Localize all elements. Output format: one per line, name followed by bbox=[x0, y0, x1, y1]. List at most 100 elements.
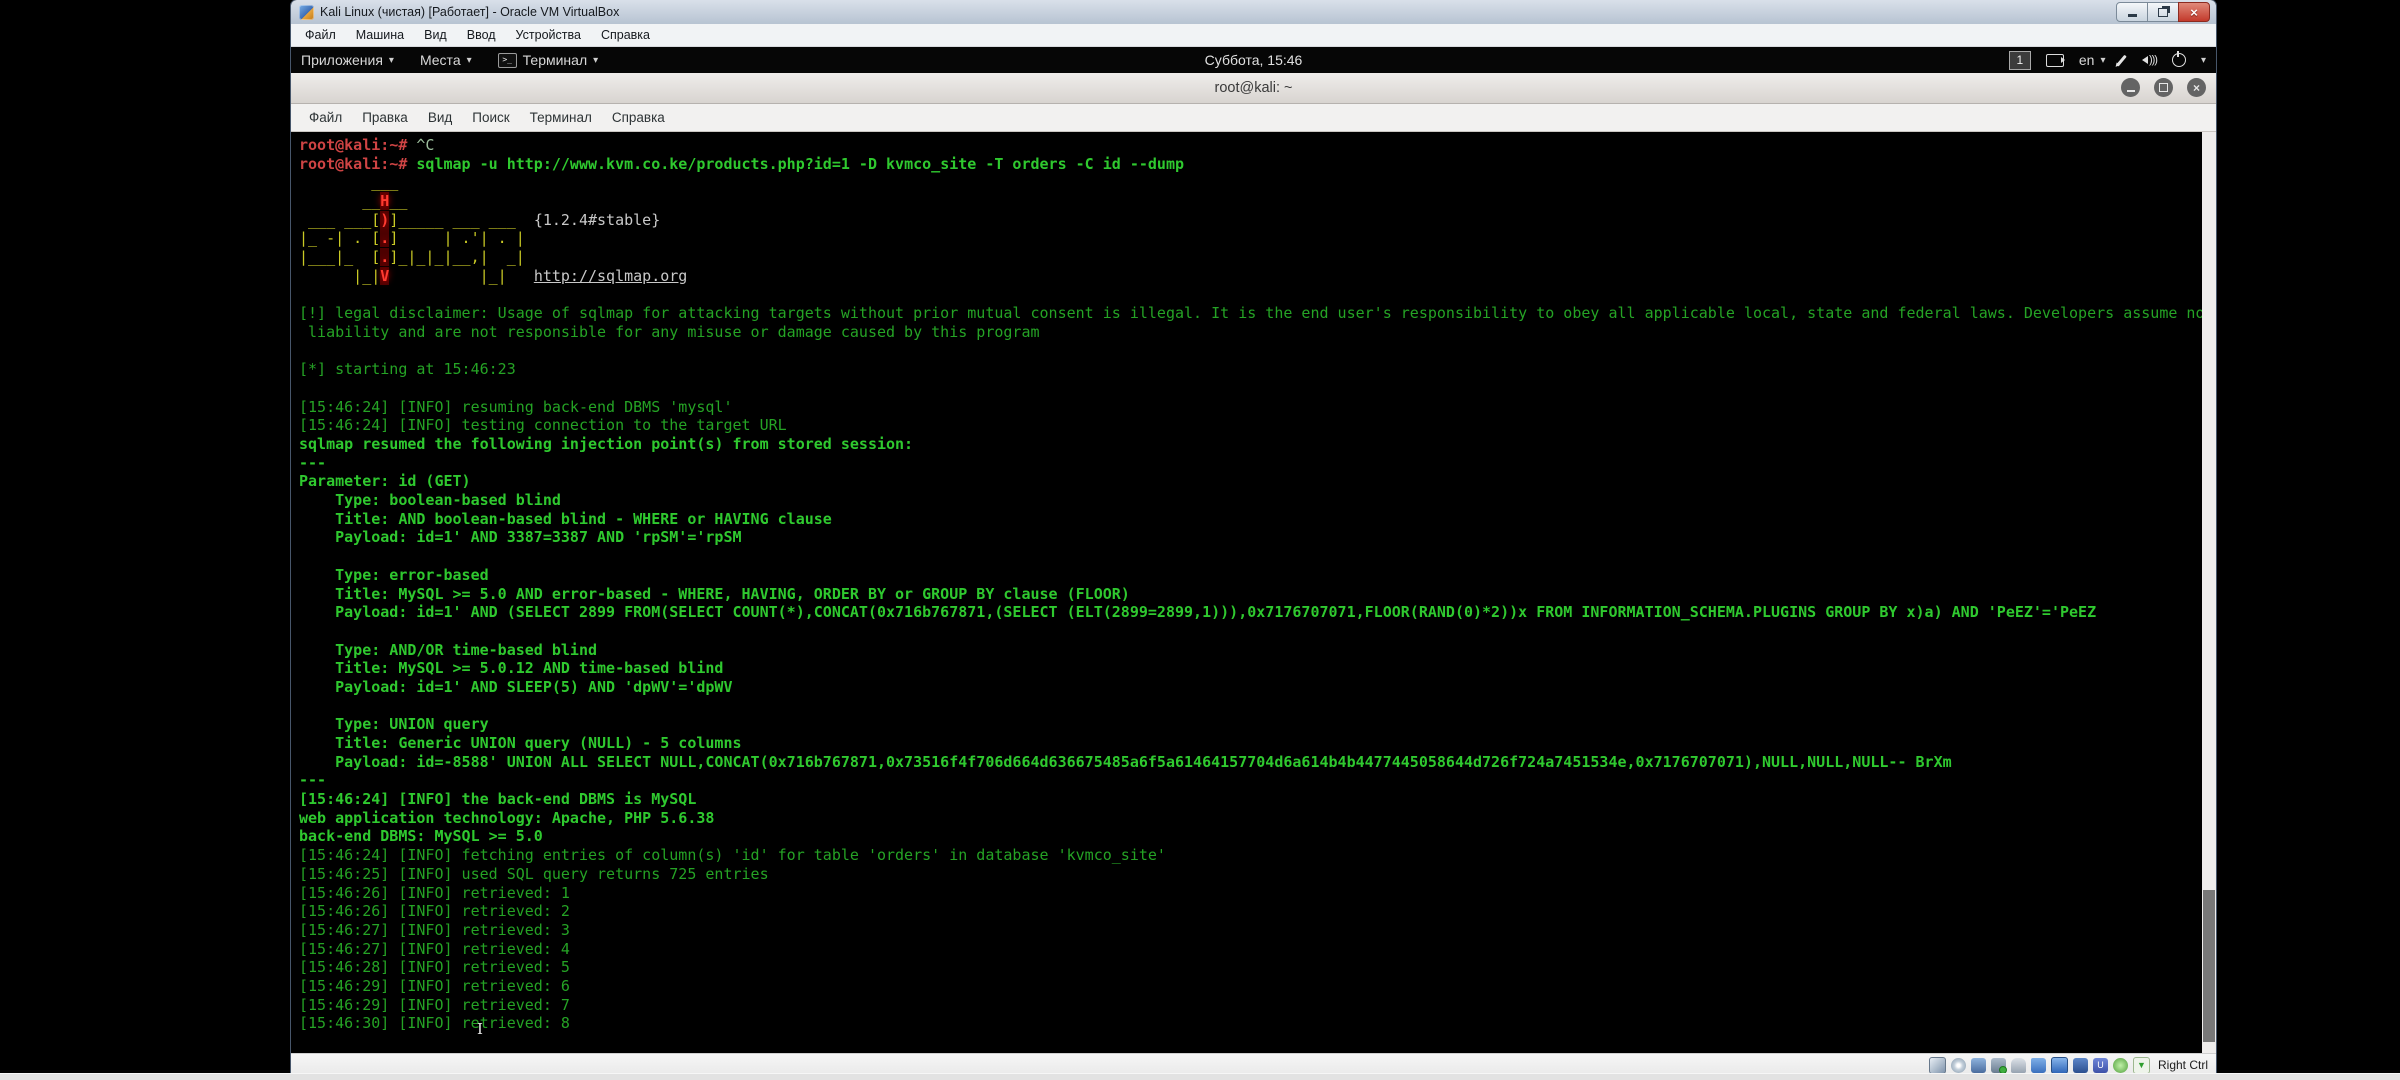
network-icon[interactable] bbox=[1991, 1058, 2006, 1073]
terminal-line: root@kali:~# sqlmap -u http://www.kvm.co… bbox=[299, 155, 2200, 174]
terminal-line: Type: AND/OR time-based blind bbox=[299, 641, 2200, 660]
minimize-icon bbox=[2128, 14, 2137, 17]
features-icon[interactable] bbox=[2093, 1058, 2108, 1073]
menu-help[interactable]: Справка bbox=[591, 24, 660, 46]
terminal-line bbox=[299, 697, 2200, 716]
keyboard-layout-switcher[interactable]: en ▾ bbox=[2079, 52, 2106, 68]
terminal-menu-file[interactable]: Файл bbox=[299, 110, 352, 125]
virtualbox-menubar: Файл Машина Вид Ввод Устройства Справка bbox=[291, 24, 2216, 47]
terminal-line: [15:46:29] [INFO] retrieved: 6 bbox=[299, 977, 2200, 996]
close-button[interactable]: × bbox=[2178, 2, 2210, 22]
terminal-scrollbar[interactable] bbox=[2202, 132, 2216, 1053]
menu-input[interactable]: Ввод bbox=[457, 24, 506, 46]
terminal-title: root@kali: ~ bbox=[1215, 80, 1293, 96]
optical-drives-icon[interactable] bbox=[1951, 1058, 1966, 1073]
terminal-icon: >_ bbox=[498, 53, 517, 68]
terminal-line: Payload: id=1' AND (SELECT 2899 FROM(SEL… bbox=[299, 603, 2200, 622]
terminal-minimize-button[interactable] bbox=[2121, 78, 2140, 97]
menu-file[interactable]: Файл bbox=[295, 24, 346, 46]
usb-icon[interactable] bbox=[2011, 1058, 2026, 1073]
terminal-maximize-button[interactable] bbox=[2154, 78, 2173, 97]
keyboard-icon[interactable] bbox=[2133, 1057, 2150, 1074]
menu-machine[interactable]: Машина bbox=[346, 24, 414, 46]
menu-view[interactable]: Вид bbox=[414, 24, 457, 46]
terminal-line: [15:46:24] [INFO] fetching entries of co… bbox=[299, 846, 2200, 865]
minimize-button[interactable] bbox=[2116, 2, 2148, 22]
terminal-menubar: Файл Правка Вид Поиск Терминал Справка bbox=[291, 104, 2216, 132]
panel-tray: 1 en ▾ ))) ▾ bbox=[2009, 51, 2206, 70]
terminal-line: Title: Generic UNION query (NULL) - 5 co… bbox=[299, 734, 2200, 753]
terminal-line: --- bbox=[299, 771, 2200, 790]
kali-top-panel: Приложения ▾ Места ▾ >_ Терминал ▾ Суббо… bbox=[291, 47, 2216, 74]
terminal-menu-edit[interactable]: Правка bbox=[352, 110, 418, 125]
terminal-line bbox=[299, 342, 2200, 361]
power-icon[interactable] bbox=[2172, 53, 2186, 67]
menu-devices[interactable]: Устройства bbox=[506, 24, 591, 46]
terminal-line: [15:46:27] [INFO] retrieved: 3 bbox=[299, 921, 2200, 940]
clock[interactable]: Суббота, 15:46 bbox=[1205, 52, 1303, 68]
terminal-line: [15:46:29] [INFO] retrieved: 7 bbox=[299, 996, 2200, 1015]
restore-icon bbox=[2158, 8, 2168, 17]
terminal-line bbox=[299, 286, 2200, 305]
workspace-indicator[interactable]: 1 bbox=[2009, 51, 2031, 70]
host-key-label: Right Ctrl bbox=[2158, 1058, 2208, 1072]
terminal-line: |___|_ [.]_|_|_|__,| _| bbox=[299, 248, 2200, 267]
places-menu[interactable]: Места ▾ bbox=[420, 52, 472, 68]
terminal-line: [15:46:30] [INFO] retrieved: 8 bbox=[299, 1014, 2200, 1033]
screen: Kali Linux (чистая) [Работает] - Oracle … bbox=[0, 0, 2400, 1080]
vm-screen: Приложения ▾ Места ▾ >_ Терминал ▾ Суббо… bbox=[291, 47, 2216, 1053]
terminal-line: Payload: id=1' AND 3387=3387 AND 'rpSM'=… bbox=[299, 528, 2200, 547]
terminal-titlebar[interactable]: root@kali: ~ × bbox=[291, 73, 2216, 104]
applications-label: Приложения bbox=[301, 52, 383, 68]
window-title: Kali Linux (чистая) [Работает] - Oracle … bbox=[320, 5, 619, 19]
terminal-line bbox=[299, 379, 2200, 398]
terminal-menu-view[interactable]: Вид bbox=[418, 110, 462, 125]
terminal-menu-search[interactable]: Поиск bbox=[462, 110, 519, 125]
video-capture-icon[interactable] bbox=[2073, 1058, 2088, 1073]
terminal-line: [!] legal disclaimer: Usage of sqlmap fo… bbox=[299, 304, 2200, 323]
terminal-line: [*] starting at 15:46:23 bbox=[299, 360, 2200, 379]
terminal-app-menu[interactable]: >_ Терминал ▾ bbox=[498, 52, 599, 68]
minimize-icon bbox=[2127, 90, 2135, 92]
restore-button[interactable] bbox=[2147, 2, 2179, 22]
terminal-line: __H__ bbox=[299, 192, 2200, 211]
chevron-down-icon[interactable]: ▾ bbox=[2201, 55, 2206, 66]
terminal-output: root@kali:~# ^Croot@kali:~# sqlmap -u ht… bbox=[299, 136, 2200, 1033]
terminal-line: [15:46:26] [INFO] retrieved: 2 bbox=[299, 902, 2200, 921]
applications-menu[interactable]: Приложения ▾ bbox=[301, 52, 394, 68]
host-taskbar-edge bbox=[0, 1073, 2400, 1080]
pen-icon[interactable] bbox=[2117, 54, 2127, 66]
display-icon[interactable] bbox=[2051, 1057, 2068, 1074]
virtualbox-window: Kali Linux (чистая) [Работает] - Oracle … bbox=[291, 0, 2216, 1074]
terminal-close-button[interactable]: × bbox=[2187, 78, 2206, 97]
terminal-menu-terminal[interactable]: Терминал bbox=[520, 110, 602, 125]
terminal-line: ___ ___[)]_____ ___ ___ {1.2.4#stable} bbox=[299, 211, 2200, 230]
close-icon: × bbox=[2190, 6, 2198, 19]
terminal-line bbox=[299, 547, 2200, 566]
terminal-line: [15:46:25] [INFO] used SQL query returns… bbox=[299, 865, 2200, 884]
hard-disks-icon[interactable] bbox=[1929, 1057, 1946, 1074]
terminal-line: Parameter: id (GET) bbox=[299, 472, 2200, 491]
terminal-body[interactable]: root@kali:~# ^Croot@kali:~# sqlmap -u ht… bbox=[291, 132, 2216, 1053]
terminal-line: --- bbox=[299, 454, 2200, 473]
chevron-down-icon: ▾ bbox=[2100, 55, 2105, 66]
scrollbar-thumb[interactable] bbox=[2203, 890, 2215, 1042]
screen-recorder-icon[interactable] bbox=[2046, 54, 2064, 67]
shared-folders-icon[interactable] bbox=[2031, 1058, 2046, 1073]
terminal-line: Payload: id=-8588' UNION ALL SELECT NULL… bbox=[299, 753, 2200, 772]
terminal-line: root@kali:~# ^C bbox=[299, 136, 2200, 155]
terminal-menu-help[interactable]: Справка bbox=[602, 110, 675, 125]
terminal-line: Type: boolean-based blind bbox=[299, 491, 2200, 510]
terminal-line: |_|V |_| http://sqlmap.org bbox=[299, 267, 2200, 286]
chevron-down-icon: ▾ bbox=[467, 55, 472, 66]
keyboard-layout-label: en bbox=[2079, 52, 2095, 68]
virtualbox-app-icon bbox=[299, 5, 314, 20]
virtualbox-titlebar[interactable]: Kali Linux (чистая) [Работает] - Oracle … bbox=[291, 0, 2216, 24]
terminal-line: [15:46:24] [INFO] resuming back-end DBMS… bbox=[299, 398, 2200, 417]
terminal-line: Payload: id=1' AND SLEEP(5) AND 'dpWV'='… bbox=[299, 678, 2200, 697]
statusbar-icons bbox=[1929, 1057, 2150, 1074]
volume-icon[interactable]: ))) bbox=[2138, 54, 2157, 66]
text-cursor: I bbox=[477, 1020, 483, 1038]
mouse-integration-icon[interactable] bbox=[2113, 1058, 2128, 1073]
audio-icon[interactable] bbox=[1971, 1058, 1986, 1073]
